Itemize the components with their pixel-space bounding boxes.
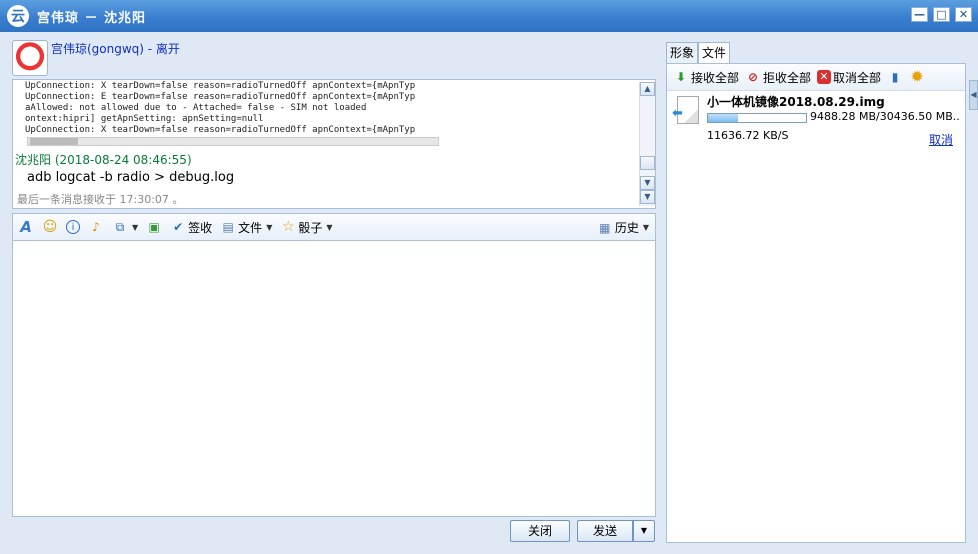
last-received-status: 最后一条消息接收于 17:30:07 。 [17, 191, 184, 207]
scroll-thumb-vertical[interactable] [640, 156, 655, 170]
file-icon: ⬅ [672, 96, 699, 124]
message-input[interactable] [12, 241, 656, 517]
cancel-transfer-link[interactable]: 取消 [929, 131, 953, 148]
log-line: UpConnection: X tearDown=false reason=ra… [25, 125, 416, 135]
message-sender: 沈兆阳 (2018-08-24 08:46:55) [15, 153, 192, 167]
collapse-panel-icon[interactable]: ◀ [969, 80, 978, 110]
file-transfer-panel: ⬇ 接收全部 ⊘ 拒收全部 ✕ 取消全部 ▮ ✹ ⬅ 小一体机镜像2018.08.29… [666, 63, 966, 543]
transfer-progress-bar [707, 113, 807, 123]
contact-header: 宫伟琼(gongwq) - 离开 [12, 40, 180, 76]
horizontal-scrollbar[interactable] [27, 137, 439, 146]
minimize-button[interactable]: — [911, 7, 928, 22]
file-name: 小一体机镜像2018.08.29.img [707, 95, 885, 109]
history-icon: ▦ [599, 220, 611, 235]
title-bar: 云 宫伟琼 － 沈兆阳 — □ ✕ [0, 0, 978, 32]
incoming-arrow-icon: ⬅ [672, 106, 683, 121]
transfer-speed: 11636.72 KB/S [707, 129, 789, 142]
chevron-down-icon[interactable]: ▼ [266, 223, 272, 232]
scroll-up-icon[interactable]: ▲ [640, 82, 655, 96]
close-window-button[interactable]: ✕ [955, 7, 972, 22]
transfer-toolbar: ⬇ 接收全部 ⊘ 拒收全部 ✕ 取消全部 ▮ ✹ [667, 64, 965, 91]
cancel-x-icon: ✕ [817, 70, 832, 84]
scroll-thumb[interactable] [30, 138, 78, 145]
contact-name[interactable]: 宫伟琼(gongwq) - 离开 [51, 40, 180, 76]
tab-avatar-show[interactable]: 形象 [666, 42, 699, 63]
window-title: 宫伟琼 － 沈兆阳 [37, 10, 147, 26]
app-logo-icon: 云 [7, 5, 29, 27]
check-icon: ✔ [173, 220, 184, 234]
input-toolbar: A ☺ i ♪ ⧉ ▼ ▣ ✔ 签收 ▤ 文件 ▼ ☆ 骰子 ▼ ▦ 历史 ▼ [12, 213, 656, 241]
emoji-icon[interactable]: ☺ [42, 219, 58, 235]
message-history[interactable]: UpConnection: X tearDown=false reason=ra… [12, 79, 656, 209]
send-options-chevron-icon[interactable]: ▼ [633, 520, 655, 542]
screenshot-button[interactable]: ⧉ ▼ [112, 219, 138, 235]
right-tabs: 形象 文件 [666, 42, 731, 63]
transfer-size: 9488.28 MB/30436.50 MB... [810, 110, 960, 123]
image-icon[interactable]: ▣ [146, 219, 162, 235]
dice-label: 骰子 [298, 220, 323, 235]
close-button[interactable]: 关闭 [510, 520, 570, 542]
accept-all-label: 接收全部 [691, 70, 740, 85]
folder-icon: ▤ [222, 220, 234, 234]
chevron-down-icon[interactable]: ▼ [326, 223, 332, 232]
file-button[interactable]: ▤ 文件 ▼ [220, 219, 273, 236]
avatar[interactable] [12, 40, 48, 76]
font-icon[interactable]: A [18, 219, 34, 235]
folder-arrow-icon[interactable]: ▮ [887, 69, 903, 85]
history-button[interactable]: ▦ 历史 ▼ [597, 219, 649, 236]
info-icon[interactable]: i [66, 220, 80, 234]
log-line: aAllowed: not allowed due to - Attached=… [25, 103, 367, 113]
scroll-end-icon[interactable]: ▼ [640, 190, 655, 204]
sign-button[interactable]: ✔ 签收 [170, 219, 212, 236]
maximize-button[interactable]: □ [933, 7, 950, 22]
star-icon: ☆ [282, 219, 295, 235]
file-label: 文件 [238, 220, 263, 235]
gear-icon[interactable]: ✹ [909, 69, 925, 85]
send-button[interactable]: 发送 [577, 520, 633, 542]
download-arrow-icon: ⬇ [675, 70, 687, 84]
reject-all-label: 拒收全部 [763, 70, 812, 85]
scroll-down-icon[interactable]: ▼ [640, 176, 655, 190]
chevron-down-icon[interactable]: ▼ [643, 223, 649, 232]
progress-fill [708, 114, 739, 122]
log-line: UpConnection: X tearDown=false reason=ra… [25, 81, 416, 91]
accept-all-button[interactable]: ⬇ 接收全部 [673, 69, 739, 86]
message-text: adb logcat -b radio > debug.log [27, 170, 235, 185]
window-controls: — □ ✕ [911, 7, 972, 22]
dice-button[interactable]: ☆ 骰子 ▼ [280, 219, 332, 236]
no-entry-icon: ⊘ [747, 70, 759, 84]
chevron-down-icon[interactable]: ▼ [132, 223, 138, 232]
log-line: ontext:hipri] getApnSetting: apnSetting=… [25, 114, 264, 124]
log-line: UpConnection: E tearDown=false reason=ra… [25, 92, 416, 102]
reject-all-button[interactable]: ⊘ 拒收全部 [745, 69, 811, 86]
sign-label: 签收 [188, 220, 213, 235]
log-block: UpConnection: X tearDown=false reason=ra… [25, 81, 439, 136]
vertical-scrollbar[interactable]: ▲ ▼ ▼ [639, 82, 655, 206]
tab-files[interactable]: 文件 [698, 42, 731, 63]
cancel-all-button[interactable]: ✕ 取消全部 [817, 69, 881, 86]
history-label: 历史 [614, 221, 639, 235]
shake-icon[interactable]: ♪ [88, 219, 104, 235]
crop-icon: ⧉ [115, 220, 125, 234]
cancel-all-label: 取消全部 [833, 70, 882, 85]
